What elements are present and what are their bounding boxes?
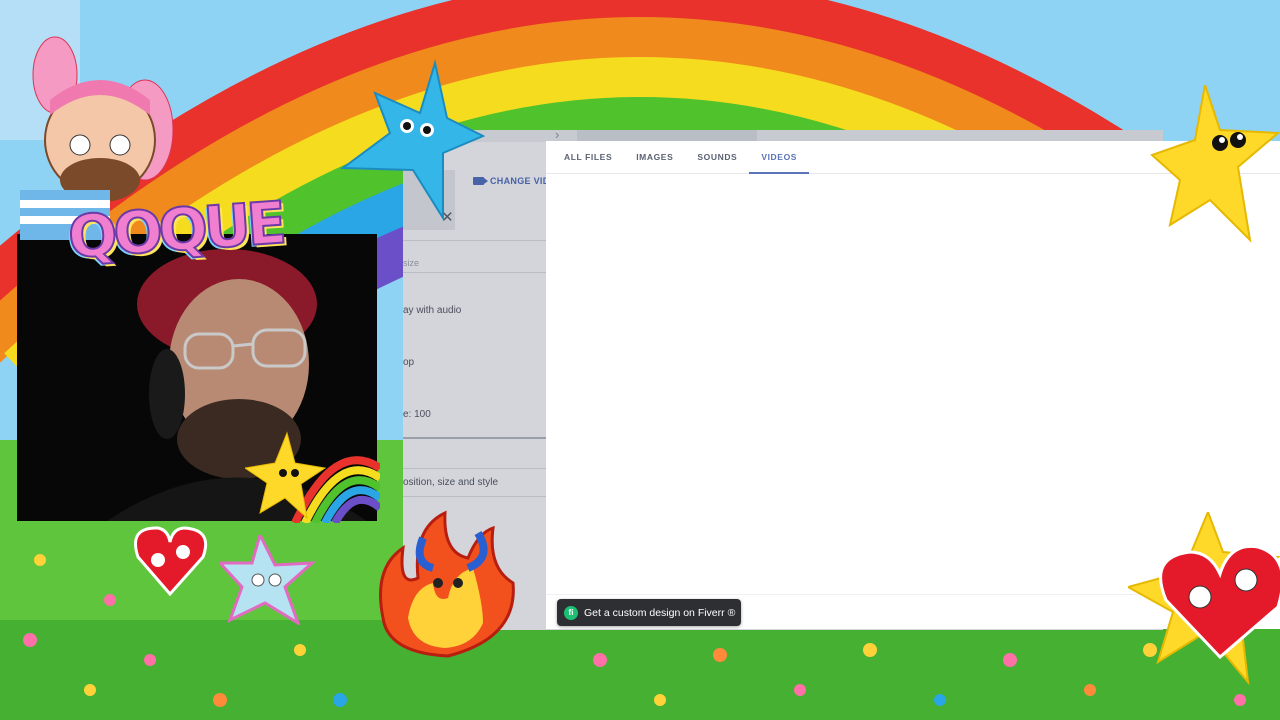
red-heart-sticker-left bbox=[134, 526, 208, 597]
red-heart-star-sticker-right bbox=[1128, 512, 1280, 686]
registered-icon: ® bbox=[727, 606, 736, 619]
divider bbox=[403, 468, 547, 469]
tab-videos[interactable]: VIDEOS bbox=[749, 141, 809, 174]
tab-images[interactable]: IMAGES bbox=[624, 141, 685, 173]
size-label: size bbox=[403, 258, 420, 268]
divider bbox=[403, 496, 547, 497]
fire-demon-sticker bbox=[379, 510, 515, 658]
loop-option[interactable]: op bbox=[403, 357, 414, 368]
fiverr-promo-button[interactable]: fi Get a custom design on Fiverr ® bbox=[557, 599, 742, 626]
position-size-style-section[interactable]: osition, size and style bbox=[403, 477, 498, 488]
rainbow-star-sticker bbox=[245, 431, 380, 523]
divider bbox=[403, 240, 547, 241]
play-with-audio-option[interactable]: ay with audio bbox=[403, 305, 461, 316]
tab-all-files[interactable]: ALL FILES bbox=[546, 141, 624, 173]
yellow-star-sticker-top bbox=[1150, 85, 1280, 243]
divider bbox=[403, 437, 547, 439]
fiverr-promo-label: Get a custom design on Fiverr bbox=[584, 606, 725, 619]
change-video-label: CHANGE VID bbox=[490, 176, 550, 186]
divider bbox=[403, 272, 547, 273]
volume-label: e: 100 bbox=[403, 409, 431, 420]
pastel-star-sticker bbox=[220, 535, 315, 625]
blue-star-sticker bbox=[340, 59, 485, 222]
fiverr-logo-icon: fi bbox=[564, 605, 578, 620]
tab-sounds[interactable]: SOUNDS bbox=[685, 141, 749, 173]
